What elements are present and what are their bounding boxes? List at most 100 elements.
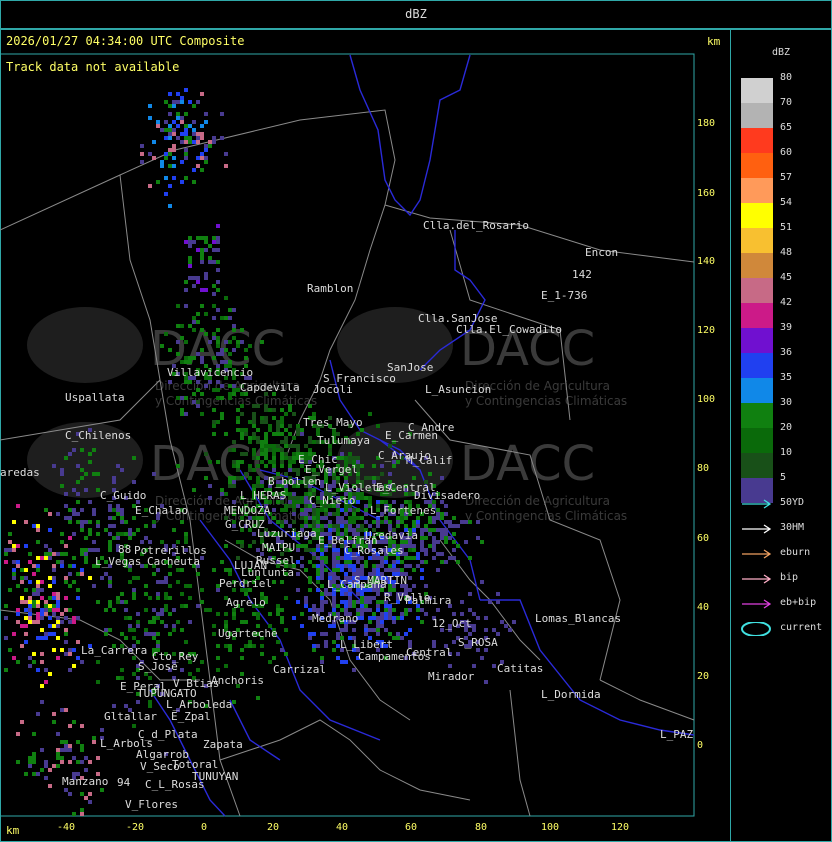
radar-echo-pixel xyxy=(72,556,76,560)
legend-track-label: eb+bip xyxy=(780,597,817,608)
radar-echo-pixel xyxy=(40,608,44,612)
radar-echo-pixel xyxy=(304,500,308,504)
radar-echo-pixel xyxy=(276,612,280,616)
radar-echo-pixel xyxy=(440,552,444,556)
radar-echo-pixel xyxy=(296,548,300,552)
radar-echo-pixel xyxy=(192,488,196,492)
radar-echo-pixel xyxy=(204,452,208,456)
radar-echo-pixel xyxy=(52,608,56,612)
radar-echo-pixel xyxy=(116,504,120,508)
radar-echo-pixel xyxy=(420,608,424,612)
radar-echo-pixel xyxy=(416,552,420,556)
radar-echo-pixel xyxy=(72,488,76,492)
radar-echo-pixel xyxy=(56,604,60,608)
radar-echo-pixel xyxy=(204,236,208,240)
radar-echo-pixel xyxy=(480,540,484,544)
radar-echo-pixel xyxy=(252,424,256,428)
radar-echo-pixel xyxy=(188,380,192,384)
radar-echo-pixel xyxy=(256,404,260,408)
radar-echo-pixel xyxy=(332,548,336,552)
radar-echo-pixel xyxy=(72,664,76,668)
radar-echo-pixel xyxy=(288,408,292,412)
radar-echo-pixel xyxy=(212,432,216,436)
legend-swatch xyxy=(741,303,773,328)
radar-echo-pixel xyxy=(24,632,28,636)
radar-echo-pixel xyxy=(368,628,372,632)
radar-echo-pixel xyxy=(64,616,68,620)
radar-echo-pixel xyxy=(192,400,196,404)
radar-echo-pixel xyxy=(452,556,456,560)
radar-echo-pixel xyxy=(508,628,512,632)
radar-echo-pixel xyxy=(504,624,508,628)
radar-echo-pixel xyxy=(272,464,276,468)
radar-echo-pixel xyxy=(232,700,236,704)
y-tick-label: 120 xyxy=(697,325,716,336)
radar-echo-pixel xyxy=(320,656,324,660)
radar-echo-pixel xyxy=(312,488,316,492)
radar-echo-pixel xyxy=(164,332,168,336)
radar-echo-pixel xyxy=(316,572,320,576)
radar-echo-pixel xyxy=(432,528,436,532)
radar-echo-pixel xyxy=(272,408,276,412)
radar-echo-pixel xyxy=(308,560,312,564)
legend-value: 54 xyxy=(780,197,793,208)
radar-echo-pixel xyxy=(92,508,96,512)
radar-echo-pixel xyxy=(76,760,80,764)
radar-echo-pixel xyxy=(180,592,184,596)
legend-value: 57 xyxy=(780,172,793,183)
radar-echo-pixel xyxy=(212,356,216,360)
radar-echo-pixel xyxy=(364,600,368,604)
y-tick-label: 60 xyxy=(697,533,710,544)
track-arrow-icon xyxy=(742,599,772,609)
radar-echo-pixel xyxy=(372,520,376,524)
radar-echo-pixel xyxy=(260,480,264,484)
radar-echo-pixel xyxy=(332,568,336,572)
radar-echo-pixel xyxy=(180,180,184,184)
radar-echo-pixel xyxy=(304,520,308,524)
radar-echo-pixel xyxy=(296,424,300,428)
radar-echo-pixel xyxy=(280,580,284,584)
radar-echo-pixel xyxy=(372,612,376,616)
radar-echo-pixel xyxy=(320,508,324,512)
radar-echo-pixel xyxy=(84,560,88,564)
legend-swatch xyxy=(741,278,773,303)
radar-echo-pixel xyxy=(176,580,180,584)
radar-echo-pixel xyxy=(440,532,444,536)
radar-echo-pixel xyxy=(240,452,244,456)
radar-echo-pixel xyxy=(180,336,184,340)
radar-echo-pixel xyxy=(176,324,180,328)
radar-echo-pixel xyxy=(172,528,176,532)
radar-echo-pixel xyxy=(20,720,24,724)
radar-echo-pixel xyxy=(240,412,244,416)
radar-echo-pixel xyxy=(336,520,340,524)
radar-echo-pixel xyxy=(80,548,84,552)
radar-echo-pixel xyxy=(336,632,340,636)
radar-echo-pixel xyxy=(280,448,284,452)
radar-echo-pixel xyxy=(40,616,44,620)
radar-echo-pixel xyxy=(172,120,176,124)
radar-echo-pixel xyxy=(196,132,200,136)
radar-echo-pixel xyxy=(332,596,336,600)
radar-echo-pixel xyxy=(176,136,180,140)
radar-echo-pixel xyxy=(324,508,328,512)
radar-echo-pixel xyxy=(52,720,56,724)
radar-echo-pixel xyxy=(368,524,372,528)
radar-echo-pixel xyxy=(88,532,92,536)
radar-echo-pixel xyxy=(280,464,284,468)
radar-echo-pixel xyxy=(208,260,212,264)
radar-echo-pixel xyxy=(120,508,124,512)
radar-echo-pixel xyxy=(376,616,380,620)
radar-echo-pixel xyxy=(248,464,252,468)
radar-echo-pixel xyxy=(400,616,404,620)
radar-echo-pixel xyxy=(80,524,84,528)
radar-echo-pixel xyxy=(240,656,244,660)
radar-echo-pixel xyxy=(232,448,236,452)
radar-echo-pixel xyxy=(196,572,200,576)
radar-echo-pixel xyxy=(180,140,184,144)
radar-echo-pixel xyxy=(164,136,168,140)
radar-echo-pixel xyxy=(232,480,236,484)
place-label: L_Fortenes xyxy=(370,504,436,517)
radar-echo-pixel xyxy=(4,636,8,640)
radar-echo-pixel xyxy=(348,600,352,604)
radar-echo-pixel xyxy=(156,632,160,636)
